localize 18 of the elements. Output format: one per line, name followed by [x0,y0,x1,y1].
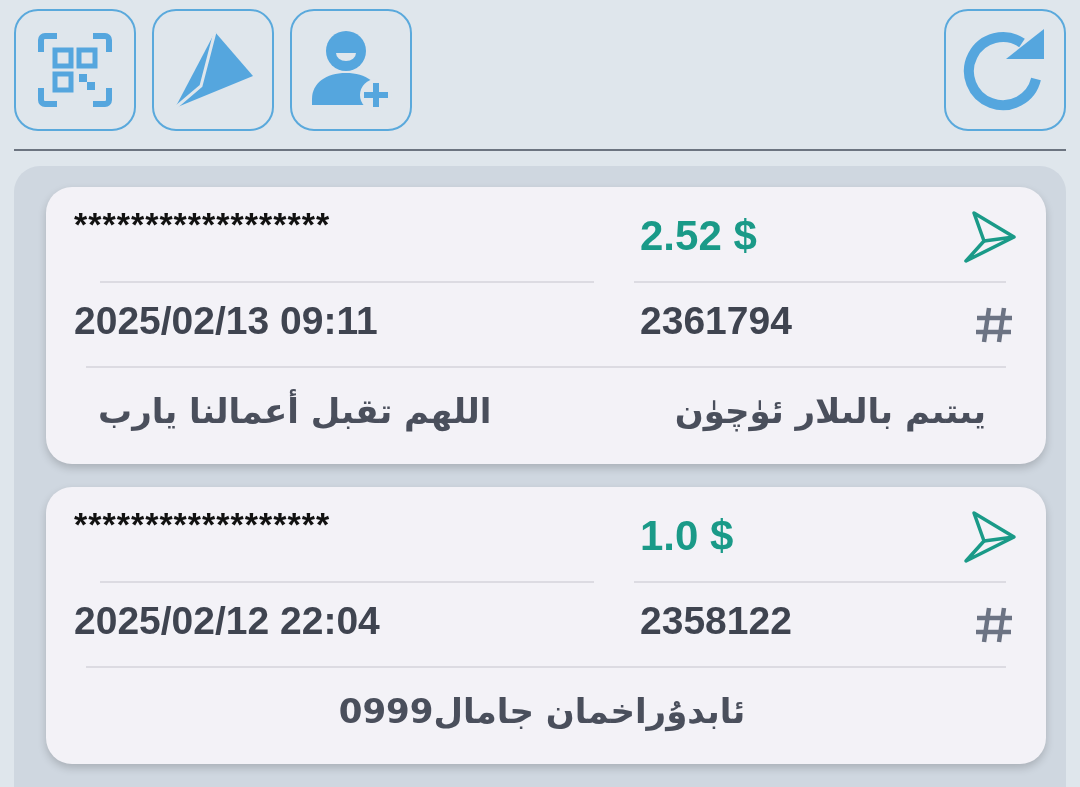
qr-code-button[interactable] [14,9,136,131]
refresh-button[interactable] [944,9,1066,131]
paper-plane-icon [962,509,1018,565]
paper-plane-icon [962,209,1018,265]
masked-account: ****************** [74,204,332,245]
amount: 2.52 $ [639,211,758,260]
note-text: ئابدۇراخمان جامال0999 [338,691,746,731]
qr-code-icon [37,32,113,108]
date-time: 2025/02/13 09:11 [74,298,379,344]
masked-account: ****************** [74,504,332,545]
add-user-button[interactable] [290,9,412,131]
transfer-id: 2358122 [639,598,793,644]
paper-plane-button[interactable] [152,9,274,131]
note-text: اللهم تقبل أعمالنا يارب [98,391,492,431]
amount: 1.0 $ [639,511,735,560]
note-text: يىتىم بالىلار ئۈچۈن [674,391,986,431]
transfer-id: 2361794 [639,298,793,344]
date-time: 2025/02/12 22:04 [74,598,381,644]
